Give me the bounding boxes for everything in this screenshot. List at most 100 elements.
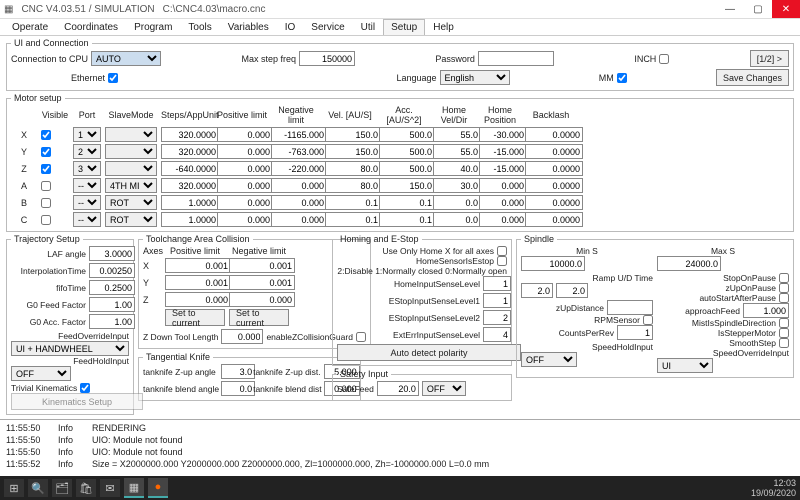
zop-checkbox[interactable] [779,283,789,293]
ext-input[interactable] [483,327,511,342]
rud1-input[interactable] [521,283,553,298]
axis-port-select[interactable]: -- [73,212,101,227]
axis-vel-input[interactable] [325,161,381,176]
axis-hvel-input[interactable] [433,144,481,159]
tab-service[interactable]: Service [303,19,352,35]
axis-slave-select[interactable] [105,127,157,142]
axis-pos-input[interactable] [217,161,273,176]
tab-operate[interactable]: Operate [4,19,56,35]
tk-zup[interactable] [221,364,255,379]
axis-pos-input[interactable] [217,212,273,227]
laf-input[interactable] [89,246,135,261]
axis-hpos-input[interactable] [479,161,527,176]
axis-port-select[interactable]: -- [73,195,101,210]
axis-steps-input[interactable] [161,178,219,193]
axis-steps-input[interactable] [161,127,219,142]
axis-neg-input[interactable] [271,161,327,176]
axis-visible-checkbox[interactable] [41,181,51,191]
kinematics-button[interactable]: Kinematics Setup [11,393,143,410]
axis-pos-input[interactable] [217,178,273,193]
trivial-kin-checkbox[interactable] [80,383,90,393]
axis-steps-input[interactable] [161,212,219,227]
onlyx-checkbox[interactable] [497,246,507,256]
tac-xp[interactable] [165,258,231,273]
axis-pos-input[interactable] [217,127,273,142]
save-changes-button[interactable]: Save Changes [716,69,789,86]
axis-vel-input[interactable] [325,195,381,210]
axis-vel-input[interactable] [325,212,381,227]
tab-coordinates[interactable]: Coordinates [56,19,126,35]
tab-tools[interactable]: Tools [180,19,219,35]
explorer-icon[interactable]: 🗂 [52,479,72,497]
axis-hpos-input[interactable] [479,195,527,210]
language-select[interactable]: English [440,70,510,85]
axis-acc-input[interactable] [379,144,435,159]
mins-input[interactable] [521,256,585,271]
zupdist-input[interactable] [607,300,653,315]
clock[interactable]: 12:0319/09/2020 [751,478,796,498]
axis-steps-input[interactable] [161,161,219,176]
axis-acc-input[interactable] [379,212,435,227]
axis-pos-input[interactable] [217,144,273,159]
axis-visible-checkbox[interactable] [41,198,51,208]
firefox-icon[interactable]: ● [148,478,168,498]
axis-hpos-input[interactable] [479,178,527,193]
axis-port-select[interactable]: 1 [73,127,101,142]
axis-visible-checkbox[interactable] [41,215,51,225]
asa-checkbox[interactable] [779,293,789,303]
hse-checkbox[interactable] [497,256,507,266]
tk-ba[interactable] [221,381,255,396]
axis-acc-input[interactable] [379,127,435,142]
axis-bl-input[interactable] [525,127,583,142]
minimize-button[interactable]: — [716,0,744,18]
tab-io[interactable]: IO [277,19,304,35]
axis-acc-input[interactable] [379,195,435,210]
inch-checkbox[interactable] [659,54,669,64]
rpm-checkbox[interactable] [643,315,653,325]
axis-steps-input[interactable] [161,195,219,210]
axis-hpos-input[interactable] [479,212,527,227]
safefeed-select[interactable]: OFF [422,381,466,396]
g0feed-input[interactable] [89,297,135,312]
axis-vel-input[interactable] [325,178,381,193]
axis-hvel-input[interactable] [433,127,481,142]
axis-hpos-input[interactable] [479,144,527,159]
es1-input[interactable] [483,293,511,308]
feedoverride-select[interactable]: UI + HANDWHEEL [11,341,129,356]
axis-acc-input[interactable] [379,178,435,193]
rud2-input[interactable] [556,283,588,298]
tab-util[interactable]: Util [353,19,383,35]
cnc-app-icon[interactable]: ▦ [124,478,144,498]
axis-slave-select[interactable]: ROT [105,212,157,227]
ss-checkbox[interactable] [779,338,789,348]
tac-zp[interactable] [165,292,231,307]
set-current-neg-button[interactable]: Set to current [229,309,289,326]
set-current-pos-button[interactable]: Set to current [165,309,225,326]
axis-visible-checkbox[interactable] [41,147,51,157]
axis-port-select[interactable]: -- [73,178,101,193]
mm-checkbox[interactable] [617,73,627,83]
axis-neg-input[interactable] [271,144,327,159]
store-icon[interactable]: 🛍 [76,479,96,497]
interp-input[interactable] [89,263,135,278]
fifo-input[interactable] [89,280,135,295]
axis-neg-input[interactable] [271,195,327,210]
sop-checkbox[interactable] [779,273,789,283]
close-button[interactable]: ✕ [772,0,800,18]
cpu-select[interactable]: AUTO [91,51,161,66]
axis-slave-select[interactable] [105,161,157,176]
tab-variables[interactable]: Variables [220,19,277,35]
axis-hvel-input[interactable] [433,195,481,210]
axis-port-select[interactable]: 3 [73,161,101,176]
axis-bl-input[interactable] [525,161,583,176]
tac-xn[interactable] [229,258,295,273]
axis-slave-select[interactable]: ROT [105,195,157,210]
axis-neg-input[interactable] [271,127,327,142]
axis-hpos-input[interactable] [479,127,527,142]
axis-steps-input[interactable] [161,144,219,159]
axis-hvel-input[interactable] [433,161,481,176]
tab-help[interactable]: Help [425,19,462,35]
tac-yn[interactable] [229,275,295,290]
axis-visible-checkbox[interactable] [41,130,51,140]
soi-select[interactable]: UI [657,358,713,373]
